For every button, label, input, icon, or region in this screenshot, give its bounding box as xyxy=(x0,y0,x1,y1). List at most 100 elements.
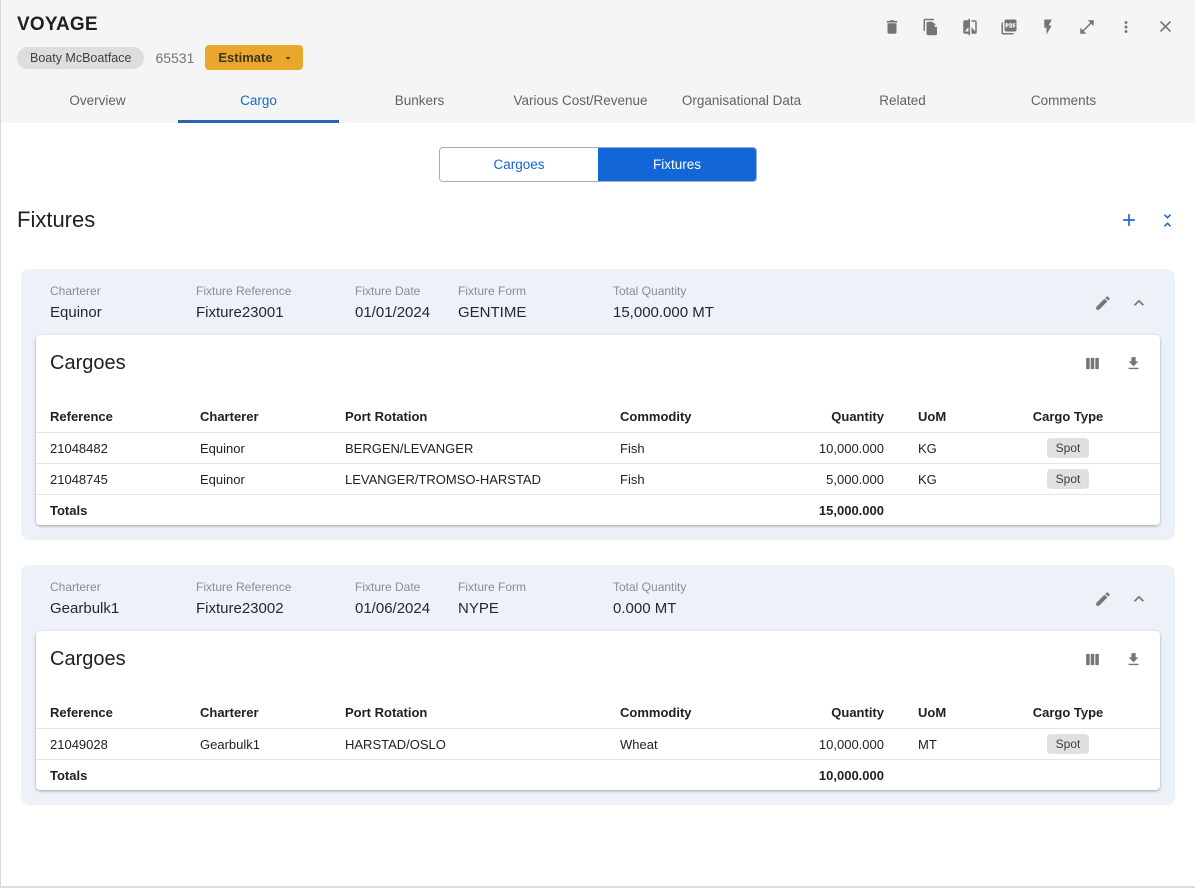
add-fixture-button[interactable] xyxy=(1119,210,1139,230)
total-quantity-value: 0.000 MT xyxy=(613,600,677,617)
tab-bunkers[interactable]: Bunkers xyxy=(339,80,500,123)
col-charterer[interactable]: Charterer xyxy=(200,705,345,720)
cell-charterer: Equinor xyxy=(200,471,245,487)
tab-overview[interactable]: Overview xyxy=(17,80,178,123)
quick-actions-button[interactable] xyxy=(1039,18,1057,36)
cell-uom: MT xyxy=(918,736,937,752)
table-row[interactable]: 21048482 Equinor BERGEN/LEVANGER Fish 10… xyxy=(36,432,1160,463)
col-reference[interactable]: Reference xyxy=(50,705,200,720)
panel-title: Cargoes xyxy=(50,352,126,374)
table-row[interactable]: 21048745 Equinor LEVANGER/TROMSO-HARSTAD… xyxy=(36,463,1160,494)
fixture-form-value: GENTIME xyxy=(458,304,527,321)
fixture-reference-value: Fixture23002 xyxy=(196,600,284,617)
cell-commodity: Fish xyxy=(620,471,645,487)
totals-quantity: 15,000.000 xyxy=(818,502,884,518)
toggle-cargoes[interactable]: Cargoes xyxy=(440,148,598,181)
tab-various-cost-revenue[interactable]: Various Cost/Revenue xyxy=(500,80,661,123)
estimate-dropdown-button[interactable]: Estimate xyxy=(205,45,303,70)
tab-comments[interactable]: Comments xyxy=(983,80,1144,123)
cell-commodity: Fish xyxy=(620,440,645,456)
pencil-icon xyxy=(1094,294,1112,312)
cell-charterer: Gearbulk1 xyxy=(200,736,260,752)
duplicate-icon xyxy=(922,18,940,36)
plus-icon xyxy=(1119,210,1139,230)
col-cargo-type[interactable]: Cargo Type xyxy=(990,409,1146,424)
cargo-type-badge: Spot xyxy=(1046,734,1090,754)
table-row[interactable]: 21049028 Gearbulk1 HARSTAD/OSLO Wheat 10… xyxy=(36,728,1160,759)
field-label: Fixture Form xyxy=(458,580,527,594)
collapse-fixture-button[interactable] xyxy=(1129,293,1149,313)
cargo-type-badge: Spot xyxy=(1046,469,1090,489)
cell-charterer: Equinor xyxy=(200,440,245,456)
pdf-button[interactable] xyxy=(1000,18,1018,36)
compare-button[interactable] xyxy=(961,18,979,36)
col-uom[interactable]: UoM xyxy=(900,409,990,424)
more-menu-button[interactable] xyxy=(1117,18,1135,36)
tab-related[interactable]: Related xyxy=(822,80,983,123)
field-label: Fixture Form xyxy=(458,284,527,298)
field-label: Charterer xyxy=(50,284,101,298)
cell-quantity: 10,000.000 xyxy=(818,440,884,456)
cargoes-panel-1: Cargoes Reference Charterer Port Rotatio… xyxy=(36,335,1160,525)
chevron-up-icon xyxy=(1129,589,1149,609)
field-label: Fixture Reference xyxy=(196,284,292,298)
totals-row: Totals 15,000.000 xyxy=(36,494,1160,525)
download-icon xyxy=(1125,651,1142,668)
field-label: Charterer xyxy=(50,580,101,594)
cell-quantity: 10,000.000 xyxy=(818,736,884,752)
field-label: Fixture Date xyxy=(355,284,421,298)
column-settings-button[interactable] xyxy=(1084,651,1101,668)
col-cargo-type[interactable]: Cargo Type xyxy=(990,705,1146,720)
cargo-type-badge: Spot xyxy=(1046,438,1090,458)
col-port-rotation[interactable]: Port Rotation xyxy=(345,409,620,424)
cell-reference: 21049028 xyxy=(50,736,108,752)
cell-uom: KG xyxy=(918,440,937,456)
field-label: Total Quantity xyxy=(613,284,687,298)
col-commodity[interactable]: Commodity xyxy=(620,705,790,720)
cell-port-rotation: LEVANGER/TROMSO-HARSTAD xyxy=(345,471,541,487)
pencil-icon xyxy=(1094,590,1112,608)
fixture-card-2: Charterer Gearbulk1 Fixture Reference Fixt… xyxy=(21,565,1175,805)
column-settings-button[interactable] xyxy=(1084,355,1101,372)
estimate-label: Estimate xyxy=(218,50,273,65)
col-reference[interactable]: Reference xyxy=(50,409,200,424)
col-commodity[interactable]: Commodity xyxy=(620,409,790,424)
collapse-all-button[interactable] xyxy=(1158,211,1177,230)
expand-button[interactable] xyxy=(1078,18,1096,36)
fixture-date-value: 01/01/2024 xyxy=(355,304,431,321)
download-button[interactable] xyxy=(1125,355,1142,372)
total-quantity-value: 15,000.000 MT xyxy=(613,304,714,321)
col-charterer[interactable]: Charterer xyxy=(200,409,345,424)
edit-fixture-button[interactable] xyxy=(1094,590,1112,608)
download-button[interactable] xyxy=(1125,651,1142,668)
close-icon xyxy=(1156,17,1175,36)
tab-organisational-data[interactable]: Organisational Data xyxy=(661,80,822,123)
fixture-2-summary: Charterer Gearbulk1 Fixture Reference Fixt… xyxy=(21,565,1175,629)
columns-icon xyxy=(1084,355,1101,372)
chevron-up-icon xyxy=(1129,293,1149,313)
col-uom[interactable]: UoM xyxy=(900,705,990,720)
tab-cargo[interactable]: Cargo xyxy=(178,80,339,123)
duplicate-button[interactable] xyxy=(922,18,940,36)
collapse-fixture-button[interactable] xyxy=(1129,589,1149,609)
toggle-fixtures[interactable]: Fixtures xyxy=(598,148,756,181)
tab-bar: Overview Cargo Bunkers Various Cost/Reve… xyxy=(17,80,1179,123)
col-quantity[interactable]: Quantity xyxy=(790,409,900,424)
caret-down-icon xyxy=(282,52,294,64)
compare-icon xyxy=(961,18,979,36)
close-button[interactable] xyxy=(1156,17,1175,36)
panel-title: Cargoes xyxy=(50,648,126,670)
cell-reference: 21048482 xyxy=(50,440,108,456)
field-label: Total Quantity xyxy=(613,580,687,594)
totals-label: Totals xyxy=(50,502,88,518)
fixture-form-value: NYPE xyxy=(458,600,499,617)
table-header-row: Reference Charterer Port Rotation Commod… xyxy=(36,696,1160,728)
view-toggle: Cargoes Fixtures xyxy=(439,147,757,182)
toolbar xyxy=(883,17,1175,36)
delete-button[interactable] xyxy=(883,18,901,36)
col-quantity[interactable]: Quantity xyxy=(790,705,900,720)
field-label: Fixture Date xyxy=(355,580,421,594)
col-port-rotation[interactable]: Port Rotation xyxy=(345,705,620,720)
edit-fixture-button[interactable] xyxy=(1094,294,1112,312)
vessel-chip[interactable]: Boaty McBoatface xyxy=(17,46,145,69)
